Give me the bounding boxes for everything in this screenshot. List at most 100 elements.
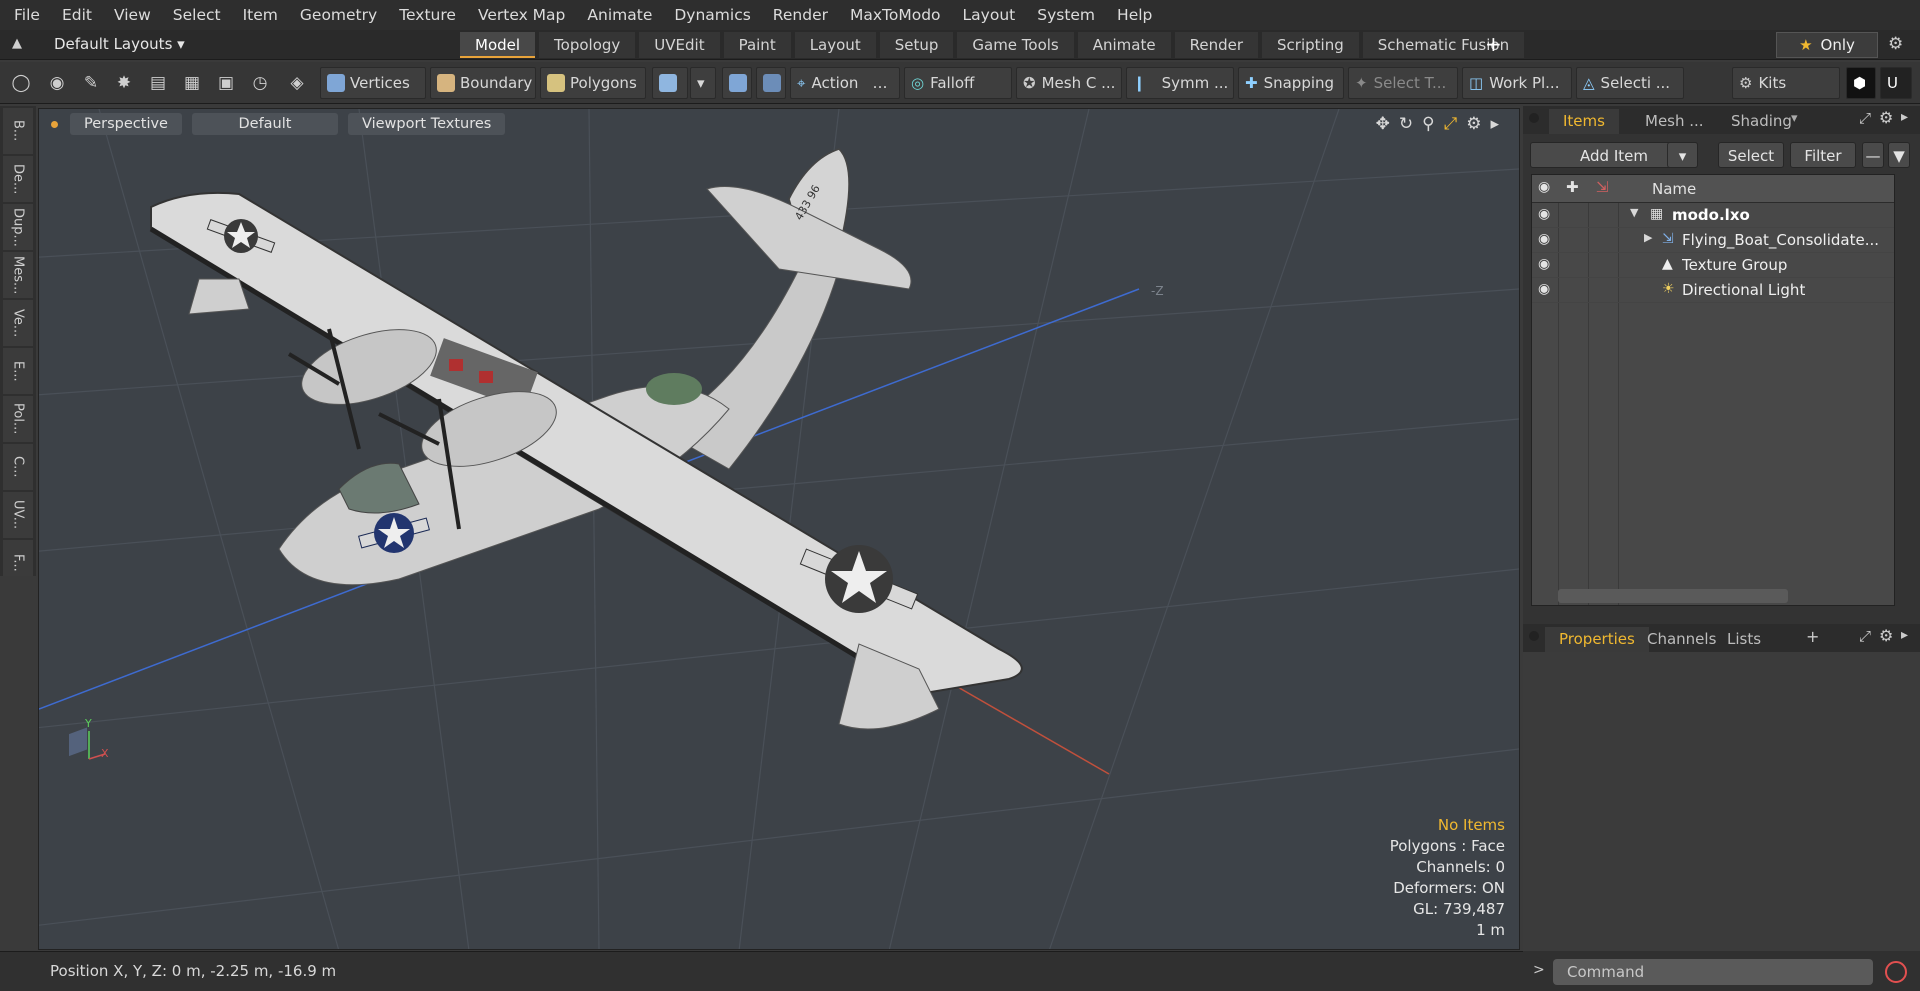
rotate-icon[interactable]: ↻ (1399, 114, 1413, 134)
item-row-directional-light[interactable]: ◉ ☀ Directional Light (1532, 278, 1894, 303)
name-column-header[interactable]: Name (1652, 180, 1696, 198)
visibility-eye-icon[interactable]: ◉ (1538, 256, 1550, 272)
menu-maxtomodo[interactable]: MaxToModo (850, 6, 941, 24)
tab-uvedit[interactable]: UVEdit (639, 32, 720, 58)
perspective-dropdown[interactable]: Perspective (70, 113, 182, 135)
tool-tab-edge[interactable]: E... (3, 348, 33, 394)
tab-lists[interactable]: Lists (1713, 627, 1775, 652)
command-input[interactable]: Command (1553, 959, 1873, 985)
work-plane-button[interactable]: ◫ Work Pl... (1462, 67, 1572, 99)
properties-menu-dot[interactable] (1529, 631, 1539, 641)
expand-triangle-icon[interactable]: ▶ (1644, 231, 1652, 244)
symmetry-button[interactable]: ❙ Symm ... (1126, 67, 1234, 99)
visibility-eye-icon[interactable]: ◉ (1538, 281, 1550, 297)
properties-expand-icon[interactable]: ▸ (1901, 627, 1908, 643)
tool-tab-uv[interactable]: UV... (3, 492, 33, 538)
tab-items[interactable]: Items (1549, 109, 1619, 134)
frame-icon[interactable]: ▣ (215, 72, 237, 94)
menu-animate[interactable]: Animate (587, 6, 652, 24)
menu-file[interactable]: File (14, 6, 40, 24)
brush-icon[interactable]: ✸ (113, 72, 135, 94)
globe-icon[interactable]: ◉ (46, 72, 68, 94)
select-button[interactable]: Select (1718, 142, 1784, 168)
panel-gear-icon[interactable]: ⚙ (1879, 108, 1893, 127)
add-tab-icon[interactable]: + (1485, 32, 1502, 56)
zoom-icon[interactable]: ⚲ (1422, 114, 1434, 134)
tool-tab-curve[interactable]: C... (3, 444, 33, 490)
select-through-button[interactable]: ✦ Select T... (1348, 67, 1458, 99)
viewport-expand-icon[interactable]: ▸ (1490, 114, 1499, 134)
properties-popout-icon[interactable]: ⤢ (1859, 627, 1871, 645)
item-row-scene[interactable]: ◉ ▼ ▦ modo.lxo (1532, 203, 1894, 228)
pan-icon[interactable]: ✥ (1376, 114, 1390, 134)
mesh-constraint-button[interactable]: ✪ Mesh C ... (1016, 67, 1122, 99)
tab-mesh-ops[interactable]: Mesh ... (1631, 109, 1718, 134)
tab-setup[interactable]: Setup (879, 32, 954, 58)
viewport-menu-dot[interactable] (51, 120, 58, 128)
menu-texture[interactable]: Texture (399, 6, 456, 24)
menu-view[interactable]: View (114, 6, 151, 24)
tab-animate[interactable]: Animate (1077, 32, 1171, 58)
tool-tab-deform[interactable]: De... (3, 156, 33, 202)
boundary-button[interactable]: Boundary (430, 67, 536, 99)
menu-layout[interactable]: Layout (963, 6, 1016, 24)
tab-render[interactable]: Render (1174, 32, 1259, 58)
align-icon[interactable]: ▤ (147, 72, 169, 94)
filter-funnel-button[interactable]: ▼ (1888, 142, 1910, 168)
horizontal-scrollbar[interactable] (1558, 589, 1788, 603)
tab-paint[interactable]: Paint (723, 32, 791, 58)
axis-column-icon[interactable]: ⇲ (1596, 178, 1609, 196)
shield-a-button[interactable] (722, 67, 752, 99)
item-mode-button[interactable] (652, 67, 688, 99)
tool-tab-duplicate[interactable]: Dup... (3, 204, 33, 250)
kits-button[interactable]: ⚙ Kits (1732, 67, 1840, 99)
collapse-up-icon[interactable]: ▲ (12, 36, 22, 51)
add-tab-icon[interactable]: + (1806, 627, 1819, 646)
grid-icon[interactable]: ▦ (181, 72, 203, 94)
record-macro-icon[interactable] (1885, 961, 1907, 983)
tool-tab-vertex[interactable]: Ve... (3, 300, 33, 346)
viewport-gear-icon[interactable]: ⚙ (1466, 114, 1481, 134)
add-item-dropdown-button[interactable]: ▾ (1667, 142, 1698, 168)
gear-icon[interactable]: ⚙ (1888, 34, 1903, 54)
menu-vertex-map[interactable]: Vertex Map (478, 6, 565, 24)
visibility-column-eye-icon[interactable]: ◉ (1538, 179, 1550, 195)
tab-topology[interactable]: Topology (539, 32, 636, 58)
circle-select-icon[interactable]: ◯ (10, 72, 32, 94)
shield-b-button[interactable] (756, 67, 786, 99)
menu-system[interactable]: System (1037, 6, 1095, 24)
3d-viewport[interactable]: -Z 433 96 Y X Perspective Default Viewpo… (38, 108, 1520, 950)
panel-expand-icon[interactable]: ▸ (1901, 109, 1908, 125)
only-button[interactable]: ★ Only (1776, 32, 1878, 58)
menu-select[interactable]: Select (173, 6, 221, 24)
lock-column-icon[interactable]: ✚ (1566, 178, 1579, 196)
panel-tabs-dropdown-icon[interactable]: ▾ (1791, 111, 1798, 126)
snapping-button[interactable]: ✚ Snapping (1238, 67, 1344, 99)
tool-tab-mesh[interactable]: Mes... (3, 252, 33, 298)
tab-model[interactable]: Model (460, 32, 536, 58)
viewport-textures-dropdown[interactable]: Viewport Textures (347, 113, 506, 135)
maximize-icon[interactable]: ⤢ (1444, 114, 1458, 134)
visibility-eye-icon[interactable]: ◉ (1538, 231, 1550, 247)
shield-icon[interactable]: ◈ (286, 72, 308, 94)
expand-triangle-icon[interactable]: ▼ (1630, 206, 1638, 219)
panel-menu-dot[interactable] (1529, 113, 1539, 123)
mode-dropdown-button[interactable]: ▾ (690, 67, 716, 99)
item-row-mesh[interactable]: ◉ ▶ ⇲ Flying_Boat_Consolidate... (1532, 228, 1894, 253)
unreal-button[interactable]: U (1880, 67, 1912, 99)
action-button[interactable]: ⌖ Action… (790, 67, 900, 99)
menu-render[interactable]: Render (773, 6, 828, 24)
tab-game-tools[interactable]: Game Tools (957, 32, 1074, 58)
tool-tab-polygon[interactable]: Pol... (3, 396, 33, 442)
tab-scripting[interactable]: Scripting (1262, 32, 1359, 58)
tool-tab-basic[interactable]: B... (3, 108, 33, 154)
falloff-button[interactable]: ◎ Falloff (904, 67, 1012, 99)
menu-item[interactable]: Item (243, 6, 278, 24)
shading-default-dropdown[interactable]: Default (191, 113, 338, 135)
item-row-texture-group[interactable]: ◉ ▲ Texture Group (1532, 253, 1894, 278)
modo-cube-button[interactable]: ⬢ (1846, 67, 1876, 99)
menu-geometry[interactable]: Geometry (300, 6, 377, 24)
clock-icon[interactable]: ◷ (249, 72, 271, 94)
visibility-eye-icon[interactable]: ◉ (1538, 206, 1550, 222)
polygons-button[interactable]: Polygons (540, 67, 646, 99)
